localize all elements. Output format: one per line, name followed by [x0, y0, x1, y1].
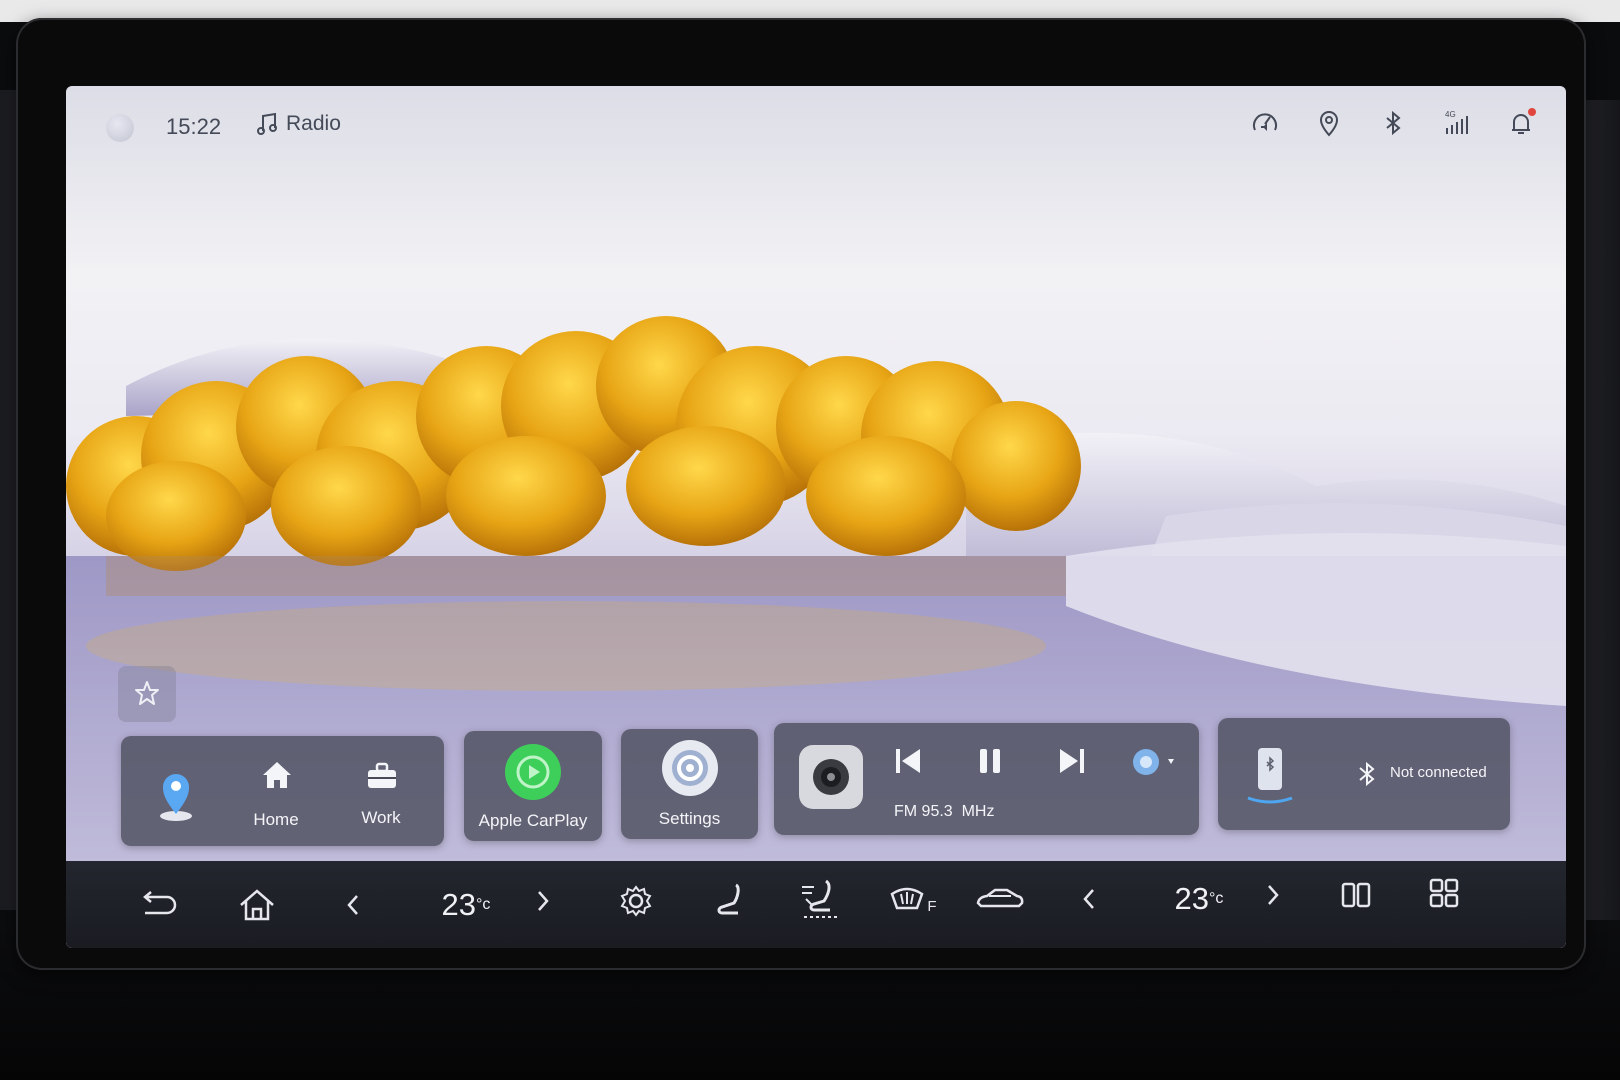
seat-heat-button[interactable]: [711, 879, 751, 919]
infotainment-screen: 15:22 Radio 4G Home Work Apple CarPlay S…: [66, 86, 1566, 948]
status-icons: 4G: [1250, 108, 1536, 138]
source-dropdown-icon: [1133, 749, 1174, 775]
carplay-icon: [505, 744, 561, 800]
display-bezel: 15:22 Radio 4G Home Work Apple CarPlay S…: [16, 18, 1586, 970]
bluetooth-icon[interactable]: [1378, 108, 1408, 138]
gear-icon: [620, 885, 652, 917]
left-temperature: 23 °c: [421, 883, 511, 927]
4g-signal-icon: 4G: [1442, 108, 1472, 138]
source-selector[interactable]: [1132, 747, 1180, 782]
home-outline-icon: [240, 889, 274, 921]
music-note-icon: [257, 112, 277, 135]
media-source[interactable]: Radio: [256, 112, 341, 136]
right-temp-down[interactable]: [1074, 881, 1104, 917]
left-temp-value: 23: [441, 887, 477, 922]
home-label: Home: [253, 810, 299, 829]
app-grid-icon: [1429, 878, 1459, 908]
home-icon: [263, 762, 291, 788]
speed-sound-icon[interactable]: [1250, 108, 1280, 138]
climate-settings-button[interactable]: [616, 881, 656, 921]
previous-icon: [896, 749, 920, 773]
bottom-bar: 23 °c F 23 °c: [66, 861, 1566, 948]
settings-label: Settings: [658, 809, 721, 828]
brand-logo[interactable]: [106, 114, 134, 142]
pause-button[interactable]: [974, 745, 1006, 782]
chevron-right-icon: [538, 891, 549, 911]
car-icon: [976, 888, 1024, 908]
left-temp-down[interactable]: [338, 887, 368, 923]
chevron-left-icon: [1083, 889, 1094, 909]
left-temp-up[interactable]: [528, 883, 558, 919]
right-temp-up[interactable]: [1258, 877, 1288, 913]
defrost-label: F: [927, 897, 937, 915]
airflow-button[interactable]: [796, 875, 846, 923]
radio-station: FM 95.3 MHz: [894, 803, 995, 820]
car-mode-button[interactable]: [974, 879, 1026, 919]
seat-icon: [717, 883, 740, 915]
carplay-card[interactable]: Apple CarPlay: [464, 731, 602, 841]
right-temperature: 23 °c: [1154, 877, 1244, 921]
next-button[interactable]: [1056, 745, 1088, 782]
carplay-label: Apple CarPlay: [478, 811, 588, 830]
work-shortcut[interactable]: Work: [346, 758, 416, 838]
work-label: Work: [361, 808, 401, 827]
front-defrost-button[interactable]: F: [888, 879, 938, 919]
chevron-left-icon: [347, 895, 358, 915]
bluetooth-card[interactable]: Not connected: [1218, 718, 1510, 830]
navigation-card[interactable]: Home Work: [121, 736, 444, 846]
briefcase-icon: [368, 762, 396, 788]
back-icon: [143, 891, 177, 915]
widget-edit-button[interactable]: [118, 666, 176, 722]
location-pin-icon[interactable]: [1314, 108, 1344, 138]
home-shortcut[interactable]: Home: [241, 758, 311, 838]
map-pin-icon: [160, 774, 192, 821]
radio-card[interactable]: FM 95.3 MHz: [774, 723, 1199, 835]
airflow-icon: [802, 879, 838, 918]
previous-button[interactable]: [892, 745, 924, 782]
media-source-label: Radio: [286, 112, 341, 135]
radio-album-icon: [799, 745, 863, 809]
front-defrost-icon: [890, 887, 924, 910]
settings-gear-icon: [662, 740, 718, 796]
chevron-right-icon: [1268, 885, 1279, 905]
signal-label: 4G: [1445, 110, 1456, 119]
bluetooth-status: Not connected: [1390, 764, 1487, 781]
pause-icon: [980, 749, 1000, 773]
clock: 15:22: [166, 114, 222, 139]
settings-card[interactable]: Settings: [621, 729, 758, 839]
back-button[interactable]: [136, 886, 182, 926]
app-grid-button[interactable]: [1424, 875, 1464, 911]
star-edit-icon: [135, 681, 159, 705]
notification-badge: [1528, 108, 1536, 116]
home-button[interactable]: [234, 883, 280, 927]
split-screen-button[interactable]: [1336, 877, 1376, 913]
split-screen-icon: [1341, 882, 1371, 908]
status-bar: 15:22 Radio 4G: [66, 86, 1566, 176]
left-temp-unit: °c: [476, 896, 491, 913]
right-temp-value: 23: [1174, 881, 1210, 916]
notification-bell-icon[interactable]: [1506, 108, 1536, 138]
right-temp-unit: °c: [1209, 890, 1224, 907]
next-icon: [1060, 749, 1084, 773]
bluetooth-small-icon: [1359, 761, 1375, 787]
phone-bluetooth-icon: [1247, 748, 1293, 804]
